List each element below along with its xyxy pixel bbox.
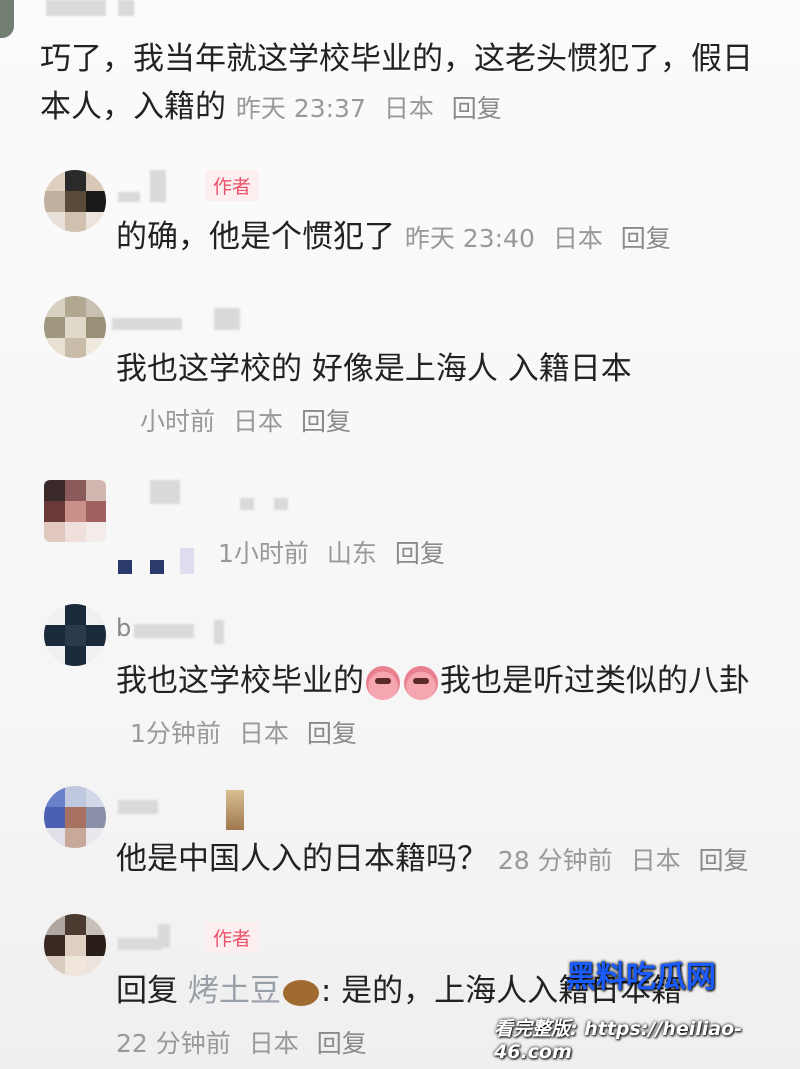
timestamp: 28 分钟前 [497, 846, 613, 875]
location: 日本 [630, 846, 681, 875]
name-blur [158, 924, 170, 948]
location: 日本 [232, 407, 283, 436]
avatar[interactable] [44, 170, 106, 232]
mention[interactable]: 烤土豆 [188, 973, 281, 1009]
location: 日本 [248, 1029, 299, 1058]
blurred-content [180, 548, 194, 574]
reply-button[interactable]: 回复 [395, 539, 445, 568]
comment-meta: 1分钟前 日本 回复 [130, 714, 367, 750]
blurred-content [226, 790, 244, 830]
comment-text: 我也这学校毕业的 我也是听过类似的八卦 [116, 663, 750, 700]
name-blur [118, 0, 134, 16]
name-blur [214, 308, 240, 330]
comment-text: 巧了，我当年就这学校毕业的，这老头惯犯了，假日 [40, 41, 753, 77]
partial-avatar [0, 0, 14, 38]
name-blur [150, 170, 166, 202]
timestamp: 1小时前 [218, 539, 309, 568]
name-blur [118, 800, 158, 814]
comment-meta: 1小时前 山东 回复 [218, 534, 455, 570]
reply-button[interactable]: 回复 [452, 94, 502, 123]
watermark-url: 看完整版: https://heiliao-46.com [494, 1018, 743, 1063]
author-tag: 作者 [205, 170, 260, 201]
reply-button[interactable]: 回复 [699, 846, 749, 875]
comment-text: 的确，他是个惯犯了 昨天 23:40 日本 回复 [116, 219, 671, 255]
name-blur [118, 938, 162, 950]
crying-face-icon [404, 665, 438, 700]
blurred-content [150, 560, 164, 574]
name-blur [240, 498, 254, 510]
name-blur [112, 318, 182, 330]
comment-text: 他是中国人入的日本籍吗？ 28 分钟前 日本 回复 [116, 841, 749, 877]
timestamp: 1分钟前 [130, 719, 221, 748]
reply-button[interactable]: 回复 [301, 407, 351, 436]
name-blur [214, 620, 224, 644]
reply-button[interactable]: 回复 [317, 1029, 367, 1058]
avatar[interactable] [44, 480, 106, 542]
location: 日本 [552, 224, 603, 253]
comment-meta: 小时前 日本 回复 [140, 402, 361, 438]
avatar[interactable] [44, 914, 106, 976]
reply-button[interactable]: 回复 [621, 224, 671, 253]
timestamp: 昨天 23:37 [235, 94, 366, 123]
blurred-content [118, 560, 132, 574]
name-blur [274, 498, 288, 510]
watermark-brand: 黑料吃瓜网 [566, 960, 716, 995]
username: b [116, 614, 132, 642]
location: 日本 [383, 94, 434, 123]
avatar[interactable] [44, 296, 106, 358]
name-blur [150, 480, 180, 504]
comment-meta: 22 分钟前 日本 回复 [116, 1024, 377, 1060]
location: 山东 [326, 539, 377, 568]
name-blur [134, 624, 194, 638]
author-tag: 作者 [205, 922, 260, 953]
name-blur [118, 192, 140, 202]
crying-face-icon [366, 665, 400, 700]
comment-text: 本人，入籍的 昨天 23:37 日本 回复 [40, 89, 502, 125]
potato-icon [282, 979, 319, 1006]
name-blur [46, 0, 106, 16]
location: 日本 [238, 719, 289, 748]
timestamp: 小时前 [140, 407, 216, 436]
timestamp: 22 分钟前 [116, 1029, 231, 1058]
avatar[interactable] [44, 786, 106, 848]
avatar[interactable] [44, 604, 106, 666]
comment-text: 我也这学校的 好像是上海人 入籍日本 [116, 351, 632, 387]
timestamp: 昨天 23:40 [404, 224, 535, 253]
reply-button[interactable]: 回复 [307, 719, 357, 748]
